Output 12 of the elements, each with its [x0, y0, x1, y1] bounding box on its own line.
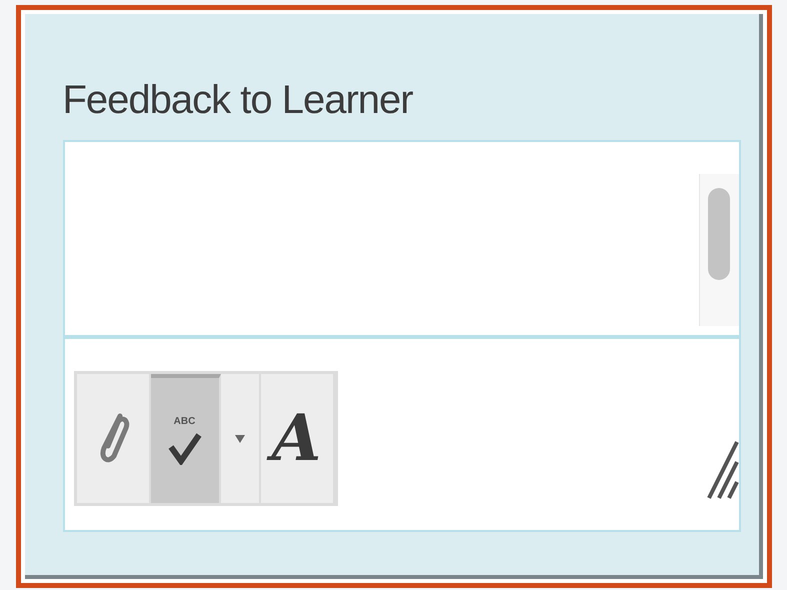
caret-icon	[234, 434, 244, 442]
font-button[interactable]: A	[260, 374, 334, 503]
scrollbar-thumb[interactable]	[708, 188, 730, 280]
spellcheck-label: ABC	[174, 416, 196, 426]
resize-handle-icon[interactable]	[706, 440, 738, 500]
attach-button[interactable]	[76, 374, 150, 503]
spellcheck-button[interactable]: ABC	[150, 374, 220, 503]
checkmark-icon	[166, 430, 202, 464]
dropdown-button[interactable]	[220, 374, 260, 503]
feedback-editor[interactable]: ABC A	[62, 140, 740, 532]
panel-title: Feedback to Learner	[62, 80, 414, 120]
scrollbar[interactable]	[698, 174, 738, 326]
